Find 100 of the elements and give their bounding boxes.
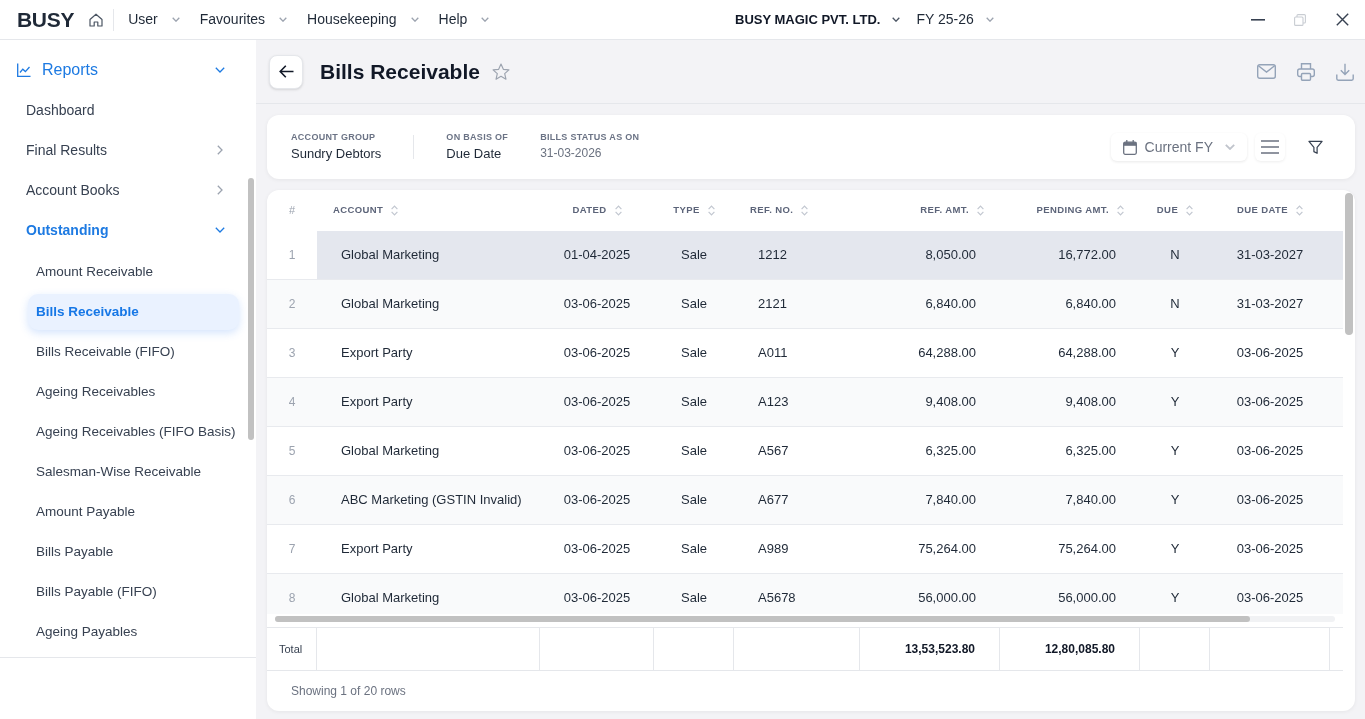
sort-icon[interactable] (801, 205, 809, 216)
table-cell-text: 6,325.00 (925, 442, 976, 461)
table-cell-text: 03-06-2025 (1236, 442, 1304, 461)
column-header[interactable]: DUE (1156, 203, 1179, 218)
page-title: Bills Receivable (320, 58, 480, 85)
row-number: 1 (288, 247, 296, 264)
table-row[interactable]: 6 ABC Marketing (GSTIN Invalid) 03-06-2025 Sale A677 7,840.00 7,840.00 Y 03-06-2025 (267, 476, 1343, 525)
table-cell-text: 56,000.00 (1058, 589, 1116, 608)
table-row[interactable]: 7 Export Party 03-06-2025 Sale A989 75,264.00 75,264.00 Y 03-06-2025 (267, 525, 1343, 574)
row-number: 6 (288, 492, 296, 509)
table-row[interactable]: 4 Export Party 03-06-2025 Sale A123 9,408.00 9,408.00 Y 03-06-2025 (267, 378, 1343, 427)
printer-icon[interactable] (1297, 62, 1315, 81)
table-cell-text: 03-06-2025 (1236, 540, 1304, 559)
sidebar-subitem[interactable]: Ageing Receivables (FIFO Basis) (28, 414, 239, 450)
sidebar-item[interactable]: Final Results (0, 130, 256, 170)
sort-icon[interactable] (391, 205, 399, 216)
table-cell-text: 9,408.00 (1065, 393, 1116, 412)
sidebar-subitem[interactable]: Bills Receivable (28, 294, 239, 330)
table-cell-text: 64,288.00 (918, 344, 976, 363)
table-cell-text: 6,840.00 (925, 295, 976, 314)
home-icon[interactable] (89, 12, 104, 27)
column-header[interactable]: DUE DATE (1236, 203, 1289, 218)
table-cell-text: 6,840.00 (1065, 295, 1116, 314)
mail-icon[interactable] (1257, 64, 1276, 79)
download-icon[interactable] (1336, 62, 1354, 81)
sidebar-subitem[interactable]: Salesman-Wise Receivable (28, 454, 239, 490)
sort-icon[interactable] (977, 205, 984, 216)
column-header[interactable]: ACCOUNT (333, 203, 384, 218)
table-cell-text: A123 (758, 393, 789, 412)
table-cell-text: 75,264.00 (1058, 540, 1116, 559)
menu-icon (1261, 140, 1279, 154)
table-cell-text: Global Marketing (341, 589, 440, 608)
sidebar-subitem[interactable]: Amount Payable (28, 494, 239, 530)
table-cell-text: 6,325.00 (1065, 442, 1116, 461)
menu-item[interactable]: User (128, 4, 180, 35)
period-dropdown[interactable]: Current FY (1110, 133, 1247, 161)
table-row[interactable]: 1 Global Marketing 01-04-2025 Sale 1212 8,050.00 16,772.00 N 31-03-2027 (267, 231, 1343, 280)
table-cell-text: 01-04-2025 (563, 246, 631, 265)
sidebar-subitem[interactable]: Bills Payable (28, 534, 239, 570)
table-cell-text: 9,408.00 (925, 393, 976, 412)
scrollbar-thumb[interactable] (248, 178, 254, 440)
table-cell-text: 56,000.00 (918, 589, 976, 608)
line-chart-icon (17, 63, 31, 77)
table-cell-text: 03-06-2025 (563, 491, 631, 510)
scrollbar-thumb[interactable] (1345, 193, 1353, 335)
field-label: ON BASIS OF (446, 133, 509, 142)
column-header[interactable]: REF. AMT. (920, 203, 969, 218)
sort-icon[interactable] (1186, 205, 1194, 216)
column-header[interactable]: TYPE (673, 203, 700, 218)
table-cell-text: 03-06-2025 (563, 442, 631, 461)
column-header[interactable]: DATED (572, 203, 607, 218)
table-cell-text: Y (1170, 442, 1180, 461)
rows-count-text: Showing 1 of 20 rows (291, 683, 406, 700)
table-cell-text: 03-06-2025 (563, 540, 631, 559)
table-cell-text: Global Marketing (341, 246, 440, 265)
table-cell-text: 03-06-2025 (563, 344, 631, 363)
table-row[interactable]: 2 Global Marketing 03-06-2025 Sale 2121 6,840.00 6,840.00 N 31-03-2027 (267, 280, 1343, 329)
back-button[interactable] (269, 54, 303, 89)
sidebar-subitem[interactable]: Amount Receivable (28, 254, 239, 290)
chevron-right-icon (217, 145, 223, 155)
menu-item[interactable]: Housekeeping (307, 4, 419, 35)
sidebar-subitem[interactable]: Ageing Receivables (28, 374, 239, 410)
columns-menu-button[interactable] (1255, 133, 1285, 161)
column-header[interactable]: REF. NO. (750, 203, 794, 218)
sidebar-subitem[interactable]: Bills Payable (FIFO) (28, 574, 239, 610)
total-amount: 13,53,523.80 (904, 641, 975, 658)
table-cell-text: A011 (758, 344, 788, 363)
sidebar-subitem[interactable]: Bills Receivable (FIFO) (28, 334, 239, 370)
sidebar-subitem[interactable]: Ageing Payables (28, 614, 239, 650)
company-selector[interactable]: BUSY MAGIC PVT. LTD. (735, 4, 901, 35)
table-cell-text: Global Marketing (341, 442, 440, 461)
table-cell-text: Export Party (341, 344, 413, 363)
sort-icon[interactable] (1296, 205, 1304, 216)
table-cell-text: 31-03-2027 (1236, 246, 1304, 265)
sort-icon[interactable] (614, 205, 622, 216)
table-cell-text: Sale (681, 589, 707, 608)
menu-item[interactable]: Favourites (199, 4, 288, 35)
table-cell-text: Sale (681, 295, 707, 314)
table-row[interactable]: 3 Export Party 03-06-2025 Sale A011 64,288.00 64,288.00 Y 03-06-2025 (267, 329, 1343, 378)
reports-section-button[interactable]: Reports (0, 50, 256, 90)
caret-icon (985, 17, 994, 22)
table-cell-text: 03-06-2025 (1236, 491, 1304, 510)
table-cell-text: 03-06-2025 (1236, 589, 1304, 608)
field-value: Sundry Debtors (291, 146, 382, 161)
year-selector[interactable]: FY 25-26 (916, 4, 994, 35)
table-cell-text: 8,050.00 (925, 246, 976, 265)
sidebar-item[interactable]: Dashboard (0, 90, 256, 130)
table-cell-text: N (1170, 246, 1180, 265)
star-icon[interactable] (491, 62, 510, 81)
chevron-down-icon (215, 227, 225, 233)
sort-icon[interactable] (707, 205, 715, 216)
filter-icon[interactable] (1308, 139, 1323, 155)
row-number: 5 (288, 443, 296, 460)
sort-icon[interactable] (1117, 205, 1124, 216)
table-row[interactable]: 8 Global Marketing 03-06-2025 Sale A5678 56,000.00 56,000.00 Y 03-06-2025 (267, 574, 1343, 614)
table-cell-text: 03-06-2025 (563, 295, 631, 314)
menu-item[interactable]: Help (438, 4, 490, 35)
table-row[interactable]: 5 Global Marketing 03-06-2025 Sale A567 6,325.00 6,325.00 Y 03-06-2025 (267, 427, 1343, 476)
table-cell-text: Sale (681, 491, 707, 510)
column-header[interactable]: PENDING AMT. (1036, 203, 1109, 218)
